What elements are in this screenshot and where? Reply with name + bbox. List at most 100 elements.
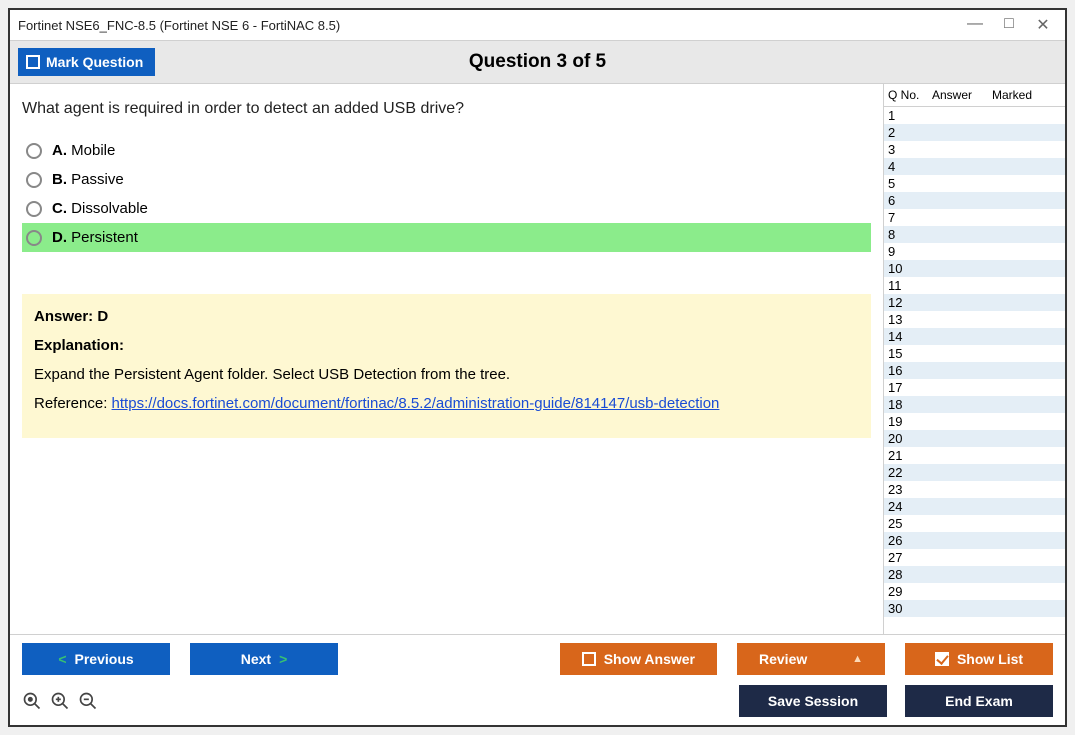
next-label: Next xyxy=(241,651,271,667)
question-list-row[interactable]: 2 xyxy=(884,124,1065,141)
question-list-row[interactable]: 24 xyxy=(884,498,1065,515)
option-row[interactable]: C. Dissolvable xyxy=(22,194,871,223)
option-row[interactable]: D. Persistent xyxy=(22,223,871,252)
question-list-row[interactable]: 26 xyxy=(884,532,1065,549)
review-button[interactable]: Review ▲ xyxy=(737,643,885,675)
content-wrap: What agent is required in order to detec… xyxy=(10,84,1065,634)
question-list-row[interactable]: 22 xyxy=(884,464,1065,481)
question-text: What agent is required in order to detec… xyxy=(22,100,871,118)
question-list[interactable]: 1234567891011121314151617181920212223242… xyxy=(884,106,1065,634)
question-list-row[interactable]: 4 xyxy=(884,158,1065,175)
question-list-row[interactable]: 16 xyxy=(884,362,1065,379)
question-list-row[interactable]: 18 xyxy=(884,396,1065,413)
question-counter: Question 3 of 5 xyxy=(469,51,606,73)
show-answer-button[interactable]: Show Answer xyxy=(560,643,717,675)
zoom-controls xyxy=(22,691,98,711)
col-answer: Answer xyxy=(932,88,992,102)
review-caret-icon: ▲ xyxy=(852,653,863,665)
question-list-row[interactable]: 20 xyxy=(884,430,1065,447)
answer-panel: Answer: D Explanation: Expand the Persis… xyxy=(22,294,871,438)
question-list-row[interactable]: 6 xyxy=(884,192,1065,209)
option-text: Mobile xyxy=(71,142,115,159)
radio-icon xyxy=(26,172,42,188)
show-list-label: Show List xyxy=(957,651,1023,667)
option-letter: D. xyxy=(52,229,67,246)
option-text: Persistent xyxy=(71,229,138,246)
maximize-icon[interactable]: □ xyxy=(1001,15,1017,35)
question-list-row[interactable]: 7 xyxy=(884,209,1065,226)
question-list-row[interactable]: 15 xyxy=(884,345,1065,362)
close-icon[interactable]: ✕ xyxy=(1035,15,1051,35)
mark-question-button[interactable]: Mark Question xyxy=(18,48,155,76)
question-list-row[interactable]: 1 xyxy=(884,107,1065,124)
radio-icon xyxy=(26,143,42,159)
show-list-button[interactable]: Show List xyxy=(905,643,1053,675)
option-letter: A. xyxy=(52,142,67,159)
option-text: Dissolvable xyxy=(71,200,148,217)
end-exam-label: End Exam xyxy=(945,693,1013,709)
question-list-row[interactable]: 3 xyxy=(884,141,1065,158)
chevron-left-icon: < xyxy=(58,651,66,667)
question-list-row[interactable]: 14 xyxy=(884,328,1065,345)
zoom-reset-icon[interactable] xyxy=(22,691,42,711)
question-list-row[interactable]: 5 xyxy=(884,175,1065,192)
mark-question-label: Mark Question xyxy=(46,54,143,70)
option-letter: C. xyxy=(52,200,67,217)
mark-checkbox-icon xyxy=(26,55,40,69)
end-exam-button[interactable]: End Exam xyxy=(905,685,1053,717)
explanation-label: Explanation: xyxy=(34,337,859,354)
question-list-row[interactable]: 11 xyxy=(884,277,1065,294)
option-letter: B. xyxy=(52,171,67,188)
next-button[interactable]: Next > xyxy=(190,643,338,675)
reference-link[interactable]: https://docs.fortinet.com/document/forti… xyxy=(112,395,720,412)
radio-icon xyxy=(26,230,42,246)
explanation-text: Expand the Persistent Agent folder. Sele… xyxy=(34,366,859,383)
question-list-row[interactable]: 23 xyxy=(884,481,1065,498)
show-answer-checkbox-icon xyxy=(582,652,596,666)
question-list-row[interactable]: 25 xyxy=(884,515,1065,532)
review-label: Review xyxy=(759,651,807,667)
col-marked: Marked xyxy=(992,88,1061,102)
question-list-row[interactable]: 12 xyxy=(884,294,1065,311)
show-answer-label: Show Answer xyxy=(604,651,695,667)
question-list-row[interactable]: 9 xyxy=(884,243,1065,260)
app-window: Fortinet NSE6_FNC-8.5 (Fortinet NSE 6 - … xyxy=(8,8,1067,727)
zoom-out-icon[interactable] xyxy=(78,691,98,711)
chevron-right-icon: > xyxy=(279,651,287,667)
question-list-row[interactable]: 28 xyxy=(884,566,1065,583)
option-row[interactable]: B. Passive xyxy=(22,165,871,194)
zoom-in-icon[interactable] xyxy=(50,691,70,711)
reference-label: Reference: xyxy=(34,395,112,412)
question-panel: What agent is required in order to detec… xyxy=(10,84,883,634)
titlebar: Fortinet NSE6_FNC-8.5 (Fortinet NSE 6 - … xyxy=(10,10,1065,40)
question-list-row[interactable]: 13 xyxy=(884,311,1065,328)
question-list-row[interactable]: 30 xyxy=(884,600,1065,617)
question-list-row[interactable]: 29 xyxy=(884,583,1065,600)
option-row[interactable]: A. Mobile xyxy=(22,136,871,165)
primary-buttons: < Previous Next > Show Answer Review ▲ S… xyxy=(22,643,1053,675)
previous-label: Previous xyxy=(75,651,134,667)
save-session-button[interactable]: Save Session xyxy=(739,685,887,717)
secondary-row: Save Session End Exam xyxy=(22,685,1053,717)
footer: < Previous Next > Show Answer Review ▲ S… xyxy=(10,634,1065,725)
question-list-row[interactable]: 8 xyxy=(884,226,1065,243)
question-list-header: Q No. Answer Marked xyxy=(884,84,1065,106)
question-list-panel: Q No. Answer Marked 12345678910111213141… xyxy=(883,84,1065,634)
window-title: Fortinet NSE6_FNC-8.5 (Fortinet NSE 6 - … xyxy=(18,18,967,33)
radio-icon xyxy=(26,201,42,217)
reference-line: Reference: https://docs.fortinet.com/doc… xyxy=(34,395,859,412)
previous-button[interactable]: < Previous xyxy=(22,643,170,675)
window-controls: — □ ✕ xyxy=(967,15,1057,35)
save-session-label: Save Session xyxy=(768,693,858,709)
answer-label: Answer: D xyxy=(34,308,859,325)
col-qno: Q No. xyxy=(888,88,932,102)
question-list-row[interactable]: 21 xyxy=(884,447,1065,464)
options-list: A. MobileB. PassiveC. DissolvableD. Pers… xyxy=(22,136,871,252)
question-list-row[interactable]: 17 xyxy=(884,379,1065,396)
header-bar: Mark Question Question 3 of 5 xyxy=(10,40,1065,84)
option-text: Passive xyxy=(71,171,124,188)
minimize-icon[interactable]: — xyxy=(967,15,983,35)
question-list-row[interactable]: 19 xyxy=(884,413,1065,430)
question-list-row[interactable]: 10 xyxy=(884,260,1065,277)
question-list-row[interactable]: 27 xyxy=(884,549,1065,566)
